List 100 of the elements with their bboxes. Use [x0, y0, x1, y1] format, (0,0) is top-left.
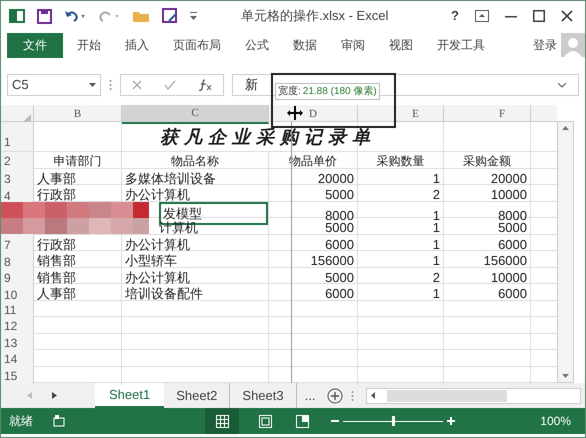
- cell-text: 156000: [484, 252, 527, 270]
- sheet-tab[interactable]: Sheet1: [95, 383, 164, 408]
- zoom-slider[interactable]: [343, 416, 443, 426]
- ribbon-display-icon[interactable]: [475, 10, 489, 22]
- row-number[interactable]: 1: [4, 133, 11, 151]
- excel-logo-icon: [9, 8, 25, 24]
- cell-text: 物品名称: [171, 153, 219, 170]
- ribbon-tab[interactable]: 数据: [293, 36, 317, 54]
- cell-text: 10000: [490, 268, 527, 286]
- cell-text: 1: [432, 206, 440, 223]
- cell-text: 5000: [325, 268, 354, 286]
- cell-text: 1: [432, 236, 440, 254]
- scroll-left-icon[interactable]: [371, 392, 376, 399]
- more-options-icon: [109, 79, 112, 91]
- dropdown-icon[interactable]: [89, 83, 96, 87]
- close-icon[interactable]: [561, 10, 573, 22]
- cell-text: 2: [432, 186, 440, 204]
- row-number[interactable]: 3: [4, 170, 11, 188]
- cell-text: 行政部: [37, 186, 76, 204]
- cell-text: 销售部: [37, 268, 76, 286]
- normal-view-button[interactable]: [205, 408, 239, 434]
- cell-text: 1: [432, 285, 440, 303]
- name-box[interactable]: C5: [7, 74, 101, 96]
- cell-text: 6000: [325, 285, 354, 303]
- cell-text: 6000: [325, 236, 354, 254]
- function-icon[interactable]: [198, 79, 212, 91]
- ribbon-tab[interactable]: 插入: [125, 36, 149, 54]
- zoom-out-icon[interactable]: [331, 417, 339, 425]
- column-header[interactable]: D: [309, 106, 317, 122]
- page-layout-icon[interactable]: [259, 414, 272, 428]
- ribbon-tab[interactable]: 公式: [245, 36, 269, 54]
- cell-text: 6000: [498, 285, 527, 303]
- zoom-level[interactable]: 100%: [540, 412, 571, 430]
- row-number[interactable]: 9: [4, 269, 11, 287]
- undo-icon[interactable]: [64, 9, 86, 23]
- save-icon[interactable]: [37, 8, 52, 24]
- row-number[interactable]: 4: [4, 186, 11, 204]
- check-icon[interactable]: [164, 80, 176, 90]
- cell-text: 6000: [498, 236, 527, 254]
- macro-record-icon[interactable]: [53, 415, 65, 427]
- ribbon-tab[interactable]: 审阅: [341, 36, 365, 54]
- scroll-down-icon[interactable]: [562, 374, 569, 378]
- zoom-slider-thumb[interactable]: [392, 416, 394, 426]
- next-sheet-icon[interactable]: [52, 392, 57, 399]
- cell-text: 5000: [325, 220, 354, 237]
- horizontal-scrollbar[interactable]: [366, 388, 581, 404]
- cell-text: 采购金额: [463, 153, 511, 170]
- cell-text: 1: [432, 252, 440, 270]
- cell-text: 1: [432, 170, 440, 188]
- tooltip-value: 21.88 (180 像素): [302, 84, 377, 99]
- cell-text: 销售部: [37, 252, 76, 270]
- column-header[interactable]: E: [412, 106, 419, 122]
- cell-text: 行政部: [37, 236, 76, 254]
- ribbon-tab[interactable]: 页面布局: [173, 36, 221, 54]
- cell-text: 1: [432, 220, 440, 237]
- ribbon-tab[interactable]: 开始: [77, 36, 101, 54]
- file-tab[interactable]: 文件: [7, 32, 63, 58]
- save-as-icon[interactable]: [162, 8, 178, 24]
- more-sheets-button[interactable]: ...: [304, 386, 316, 406]
- more-options-icon: [351, 390, 354, 402]
- status-text: 就绪: [9, 413, 33, 430]
- cell-text: 小型轿车: [125, 252, 177, 270]
- ribbon-tab[interactable]: 开发工具: [437, 36, 485, 54]
- cell-text: 办公计算机: [125, 268, 190, 286]
- resize-cursor-icon: [287, 105, 303, 121]
- cell-text: 多媒体培训设备: [125, 170, 216, 188]
- tooltip-label: 宽度:: [278, 84, 301, 99]
- cell-text: 20000: [490, 170, 527, 188]
- cell-text: 8000: [325, 206, 354, 222]
- sign-in-link[interactable]: 登录: [533, 36, 557, 54]
- cell-text: 20000: [318, 170, 354, 188]
- cell-text: 办公计算机: [125, 186, 190, 204]
- cell-text: 2: [432, 268, 440, 286]
- vertical-scrollbar[interactable]: [557, 121, 574, 383]
- column-header[interactable]: C: [191, 105, 199, 122]
- cell-text: 156000: [310, 252, 354, 270]
- maximize-icon[interactable]: [533, 10, 545, 22]
- zoom-in-icon[interactable]: [447, 417, 455, 425]
- column-header[interactable]: F: [498, 106, 506, 122]
- column-header[interactable]: B: [74, 106, 82, 122]
- window-title: 单元格的操作.xlsx - Excel: [241, 7, 388, 26]
- cell-text: 10000: [490, 186, 527, 204]
- cell-text: 采购数量: [376, 153, 424, 170]
- cell-text: 5000: [325, 186, 354, 204]
- expand-icon[interactable]: [558, 82, 566, 88]
- row-number[interactable]: 8: [4, 252, 11, 270]
- cell-text: 5000: [498, 220, 527, 237]
- dropdown-icon[interactable]: [190, 12, 197, 20]
- add-sheet-icon[interactable]: [327, 388, 344, 404]
- cell-text: 办公计算机: [125, 236, 190, 254]
- grid-icon: [216, 414, 228, 428]
- scroll-up-icon[interactable]: [562, 126, 569, 130]
- page-break-icon[interactable]: [296, 414, 309, 428]
- ribbon-tab[interactable]: 视图: [389, 36, 413, 54]
- cell-text: 人事部: [37, 285, 76, 303]
- sheet-title: 获凡企业采购记录单: [160, 126, 376, 150]
- cell-text: 培训设备配件: [125, 285, 203, 303]
- help-button[interactable]: ?: [451, 6, 459, 26]
- row-number[interactable]: 7: [4, 236, 11, 254]
- cell-text: 申请部门: [54, 153, 102, 170]
